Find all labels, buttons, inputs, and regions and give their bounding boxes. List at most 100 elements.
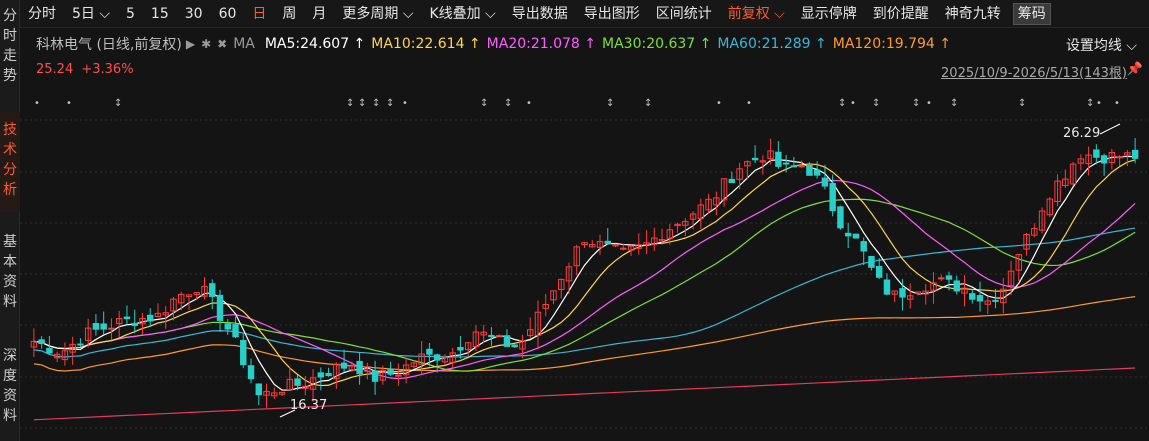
- tab-intraday[interactable]: 分 时 走 势: [0, 0, 20, 100]
- play-icon[interactable]: ▶: [186, 37, 195, 51]
- toolbar-item[interactable]: 60: [211, 0, 245, 28]
- ma10-value: MA10:22.614 ↑: [371, 36, 481, 52]
- event-marker: •: [34, 98, 40, 109]
- event-marker: •: [66, 98, 72, 109]
- high-annotation: 26.29: [1063, 126, 1101, 141]
- tab-technical[interactable]: 技 术 分 析: [0, 112, 20, 212]
- event-marker: •: [850, 98, 856, 109]
- toolbar-item[interactable]: 5日 ⌵: [64, 0, 118, 28]
- ma250-line: [33, 367, 1136, 421]
- candle-body: [852, 233, 860, 239]
- event-marker: •: [526, 98, 532, 109]
- toolbar-item[interactable]: 导出数据: [504, 0, 576, 28]
- toolbar-item[interactable]: 神奇九转: [937, 0, 1009, 28]
- toolbar-item[interactable]: 前复权 ⌵: [720, 0, 793, 28]
- candle-body: [798, 165, 805, 168]
- event-marker: ↕: [480, 98, 488, 109]
- candle-body: [317, 372, 325, 378]
- toolbar-item[interactable]: 15: [143, 0, 177, 28]
- candle-body: [790, 165, 798, 168]
- toolbar-item[interactable]: 分时: [20, 0, 64, 28]
- candle-body: [782, 162, 790, 165]
- candle-body: [426, 348, 433, 355]
- candle-body: [612, 244, 619, 247]
- candle-body: [123, 316, 131, 320]
- candle-body: [503, 335, 511, 347]
- candle-body: [775, 151, 782, 167]
- event-marker: ↕: [372, 98, 380, 109]
- toolbar-item[interactable]: 筹码: [1012, 2, 1051, 25]
- toolbar-item[interactable]: 30: [177, 0, 211, 28]
- tab-fundamentals[interactable]: 基 本 资 料: [0, 226, 20, 326]
- candle-body: [488, 334, 495, 338]
- ma-legend: 科林电气 (日线,前复权) ▶ ✱ ✖ MA MA5:24.607 ↑ MA10…: [36, 35, 957, 53]
- candle-body: [806, 165, 813, 176]
- toolbar-item[interactable]: K线叠加 ⌵: [421, 0, 503, 28]
- event-marker: ↕: [1086, 98, 1094, 109]
- candle-body: [969, 293, 976, 300]
- event-marker: ↕: [644, 98, 652, 109]
- toolbar-item[interactable]: 周: [274, 0, 304, 28]
- ma30-line: [33, 198, 1136, 372]
- candle-body: [1100, 155, 1108, 164]
- candle-body: [945, 275, 953, 280]
- candle-body: [340, 362, 348, 369]
- candle-body: [240, 340, 247, 366]
- date-range[interactable]: 2025/10/9-2026/5/13(143根): [941, 62, 1127, 81]
- toolbar-item[interactable]: 更多周期 ⌵: [334, 0, 421, 28]
- candle-body: [1131, 149, 1139, 159]
- candle-body: [146, 314, 154, 322]
- candle-body: [216, 294, 224, 321]
- candle-body: [100, 323, 107, 330]
- candle-body: [728, 178, 736, 184]
- event-marker: ↕: [872, 98, 880, 109]
- candle-body: [883, 279, 891, 295]
- event-marker: •: [926, 98, 932, 109]
- price-readout: 25.24 +3.36%: [36, 62, 134, 77]
- toolbar-item[interactable]: 月: [304, 0, 334, 28]
- candle-body: [938, 277, 945, 280]
- event-marker: ↕: [912, 98, 920, 109]
- event-marker: ↕: [838, 98, 846, 109]
- candle-body: [821, 177, 829, 187]
- ma5-line: [33, 155, 1136, 391]
- close-icon[interactable]: ✖: [217, 37, 227, 51]
- candle-body: [953, 280, 960, 292]
- toolbar-item[interactable]: 区间统计: [648, 0, 720, 28]
- high-arrow: [1099, 123, 1121, 135]
- candle-body: [108, 327, 115, 330]
- candle-body: [899, 288, 906, 298]
- tab-depth[interactable]: 深 度 资 料: [0, 340, 20, 440]
- candle-body: [255, 383, 262, 396]
- toolbar-item[interactable]: 5: [118, 0, 143, 28]
- candle-body: [325, 373, 332, 376]
- candle-body: [837, 206, 844, 229]
- toolbar-item[interactable]: 导出图形: [576, 0, 648, 28]
- candle-body: [131, 322, 138, 327]
- candle-body: [829, 183, 836, 212]
- ma-settings-button[interactable]: 设置均线 ⌵: [1066, 35, 1137, 55]
- event-marker: •: [1096, 98, 1102, 109]
- gear-icon[interactable]: ✱: [201, 37, 211, 51]
- toolbar-item[interactable]: 显示停牌: [793, 0, 865, 28]
- event-marker: •: [1114, 98, 1120, 109]
- stock-title: 科林电气 (日线,前复权): [36, 37, 182, 53]
- pin-icon[interactable]: 📌: [1127, 62, 1143, 77]
- candle-body: [992, 299, 999, 302]
- toolbar-item[interactable]: 日: [244, 0, 274, 28]
- candlestick-chart[interactable]: • • ↕ ↕ ↕ ↕ ↕ • ↕ ↕ • ↕ ↕ • • ↕ • ↕ ↕ • ↕ ↕ ↕ • •: [20, 90, 1149, 441]
- candle-body: [457, 346, 464, 351]
- candle-body: [294, 378, 301, 386]
- toolbar-item[interactable]: 到价提醒: [865, 0, 937, 28]
- period-toolbar: 分时 5日 ⌵ 5 15 30 60 日周月更多周期 ⌵ K线叠加 ⌵ 导出数据 导出图形 区间统计…: [20, 0, 1149, 28]
- candle-body: [844, 232, 852, 237]
- ma60-value: MA60:21.289 ↑: [717, 36, 827, 52]
- ma20-value: MA20:21.078 ↑: [486, 36, 597, 52]
- candle-body: [224, 323, 231, 330]
- candle-body: [620, 247, 627, 250]
- candle-body: [976, 295, 984, 302]
- ma30-value: MA30:20.637 ↑: [602, 36, 712, 52]
- event-marker: ↕: [386, 98, 394, 109]
- candle-body: [387, 369, 394, 375]
- side-tabs: 分 时 走 势 技 术 分 析 基 本 资 料 深 度 资 料: [0, 0, 20, 441]
